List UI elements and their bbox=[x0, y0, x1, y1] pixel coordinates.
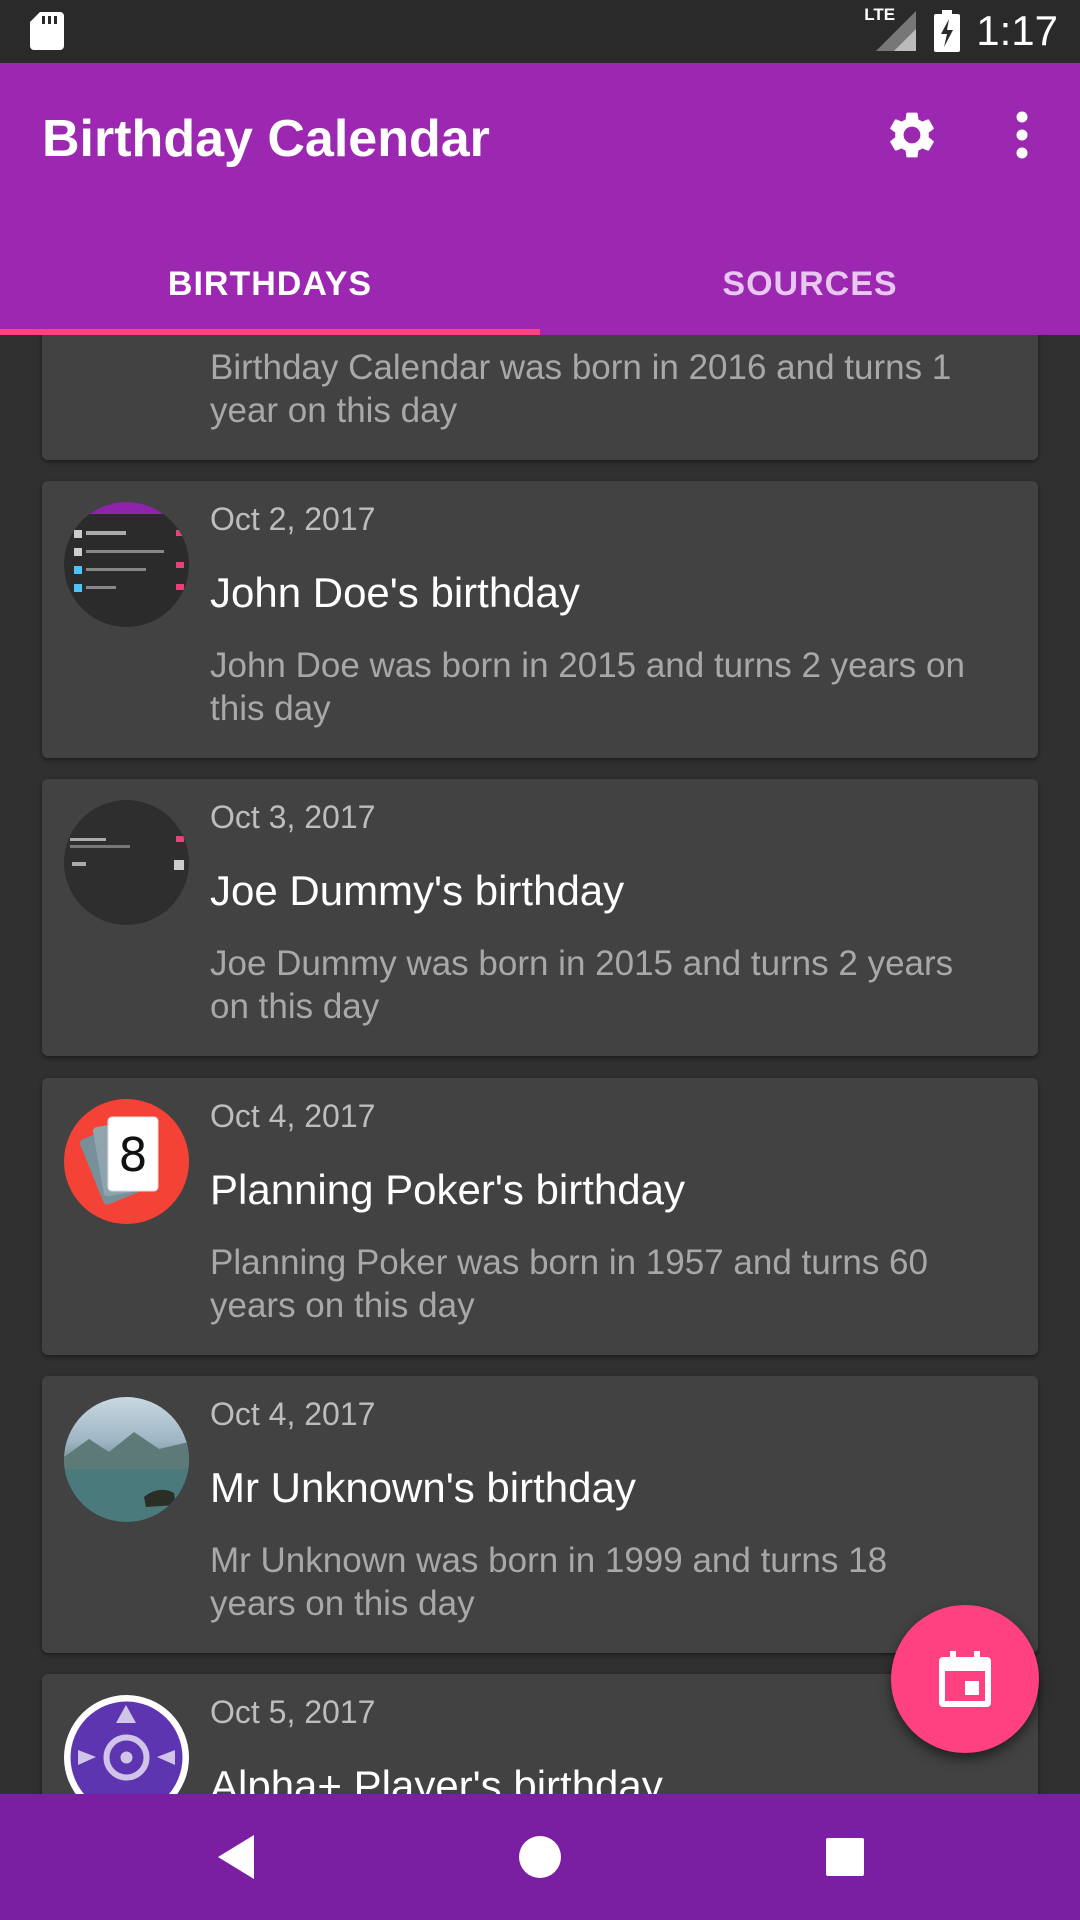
birthday-card[interactable]: Oct 2, 2017 John Doe's birthday John Doe… bbox=[42, 481, 1038, 758]
recents-button[interactable] bbox=[815, 1827, 875, 1887]
sd-card-icon bbox=[30, 12, 64, 50]
birthday-date: Oct 2, 2017 bbox=[210, 501, 376, 537]
birthday-card[interactable]: Birthday Calendar was born in 2016 and t… bbox=[42, 335, 1038, 460]
avatar bbox=[64, 1397, 189, 1522]
back-button[interactable] bbox=[206, 1827, 266, 1887]
birthday-card[interactable]: Oct 4, 2017 Mr Unknown's birthday Mr Unk… bbox=[42, 1376, 1038, 1653]
home-icon bbox=[519, 1836, 561, 1878]
status-bar: LTE 1:17 bbox=[0, 0, 1080, 63]
birthday-date: Oct 4, 2017 bbox=[210, 1396, 376, 1432]
birthday-description: Birthday Calendar was born in 2016 and t… bbox=[210, 348, 952, 430]
birthday-card[interactable]: 8 Oct 4, 2017 Planning Poker's birthday … bbox=[42, 1078, 1038, 1355]
poker-card-value: 8 bbox=[118, 1128, 147, 1182]
avatar bbox=[64, 502, 189, 627]
back-icon bbox=[218, 1835, 254, 1879]
battery-charging-icon bbox=[934, 10, 961, 52]
more-vert-icon bbox=[1016, 111, 1028, 159]
avatar: 8 bbox=[64, 1099, 189, 1224]
home-button[interactable] bbox=[510, 1827, 570, 1887]
birthday-list[interactable]: Birthday Calendar was born in 2016 and t… bbox=[0, 335, 1080, 1794]
avatar bbox=[64, 800, 189, 925]
signal-icon: LTE bbox=[864, 5, 918, 53]
add-to-calendar-fab[interactable] bbox=[891, 1605, 1039, 1753]
tab-sources[interactable]: SOURCES bbox=[540, 233, 1080, 335]
birthday-title: Planning Poker's birthday bbox=[210, 1166, 685, 1213]
gear-icon bbox=[890, 112, 934, 158]
settings-button[interactable] bbox=[878, 101, 946, 169]
birthday-date: Oct 5, 2017 bbox=[210, 1694, 376, 1730]
app-title: Birthday Calendar bbox=[42, 110, 490, 168]
app-bar: Birthday Calendar BIRTHDAYS SOURCES bbox=[0, 63, 1080, 335]
navigation-bar bbox=[0, 1794, 1080, 1920]
birthday-description: Planning Poker was born in 1957 and turn… bbox=[210, 1243, 928, 1325]
birthday-title: Alpha+ Player's birthday bbox=[210, 1762, 663, 1794]
calendar-icon bbox=[939, 1651, 991, 1707]
birthday-description: Joe Dummy was born in 2015 and turns 2 y… bbox=[210, 944, 954, 1026]
tab-birthdays[interactable]: BIRTHDAYS bbox=[0, 233, 540, 335]
birthday-title: Mr Unknown's birthday bbox=[210, 1464, 636, 1511]
recents-icon bbox=[826, 1838, 864, 1876]
birthday-description: John Doe was born in 2015 and turns 2 ye… bbox=[210, 646, 965, 728]
overflow-menu-button[interactable] bbox=[988, 101, 1056, 169]
birthday-description: Mr Unknown was born in 1999 and turns 18… bbox=[210, 1541, 888, 1623]
clock: 1:17 bbox=[976, 7, 1058, 54]
birthday-card[interactable]: Oct 3, 2017 Joe Dummy's birthday Joe Dum… bbox=[42, 779, 1038, 1056]
birthday-title: John Doe's birthday bbox=[210, 569, 580, 616]
birthday-date: Oct 4, 2017 bbox=[210, 1098, 376, 1134]
birthday-title: Joe Dummy's birthday bbox=[210, 867, 625, 914]
avatar bbox=[64, 1695, 189, 1794]
birthday-card[interactable]: Oct 5, 2017 Alpha+ Player's birthday bbox=[42, 1674, 1038, 1794]
birthday-date: Oct 3, 2017 bbox=[210, 799, 376, 835]
